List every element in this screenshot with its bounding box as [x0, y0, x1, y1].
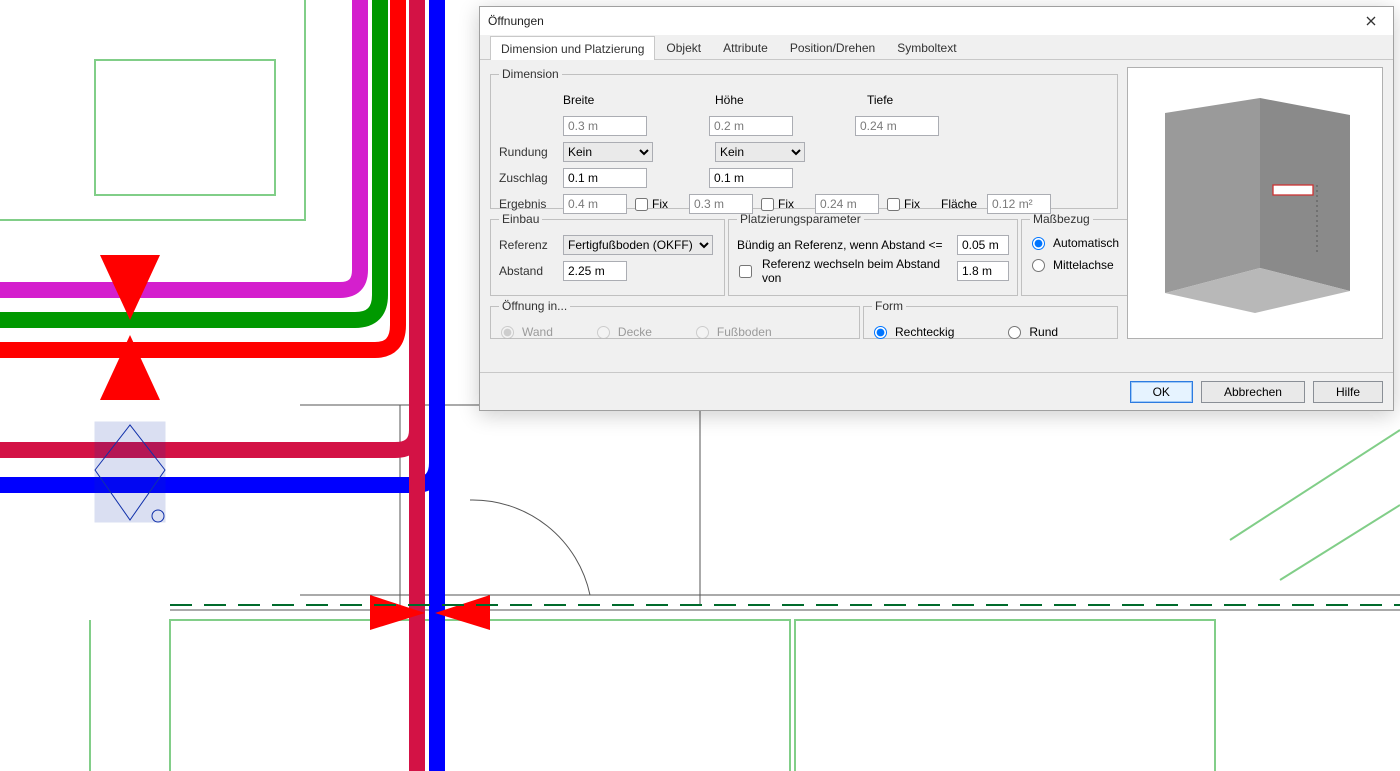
- header-tiefe: Tiefe: [867, 93, 957, 107]
- output-ergebnis-hoehe: [689, 194, 753, 214]
- openings-dialog: Öffnungen Dimension und Platzierung Obje…: [479, 6, 1394, 411]
- radio-massbezug-mittel[interactable]: [1032, 259, 1045, 272]
- preview-3d: [1127, 67, 1383, 339]
- radio-oeffnung-wand: [501, 326, 514, 339]
- checkbox-fix-hoehe[interactable]: [761, 198, 774, 211]
- radio-oeffnung-fussboden: [696, 326, 709, 339]
- tab-objekt[interactable]: Objekt: [655, 35, 712, 59]
- checkbox-fix-breite[interactable]: [635, 198, 648, 211]
- checkbox-fix-tiefe[interactable]: [887, 198, 900, 211]
- label-referenz: Referenz: [499, 238, 557, 252]
- label-rundung: Rundung: [499, 145, 557, 159]
- dialog-button-bar: OK Abbrechen Hilfe: [480, 372, 1393, 410]
- label-bundig: Bündig an Referenz, wenn Abstand <=: [737, 238, 951, 252]
- close-button[interactable]: [1357, 11, 1385, 31]
- output-flaeche: [987, 194, 1051, 214]
- input-wechsel-abstand[interactable]: [957, 261, 1009, 281]
- dialog-title: Öffnungen: [488, 7, 1357, 35]
- header-breite: Breite: [563, 93, 653, 107]
- radio-oeffnung-decke: [597, 326, 610, 339]
- group-dimension-legend: Dimension: [499, 67, 562, 81]
- tab-dimension-platzierung[interactable]: Dimension und Platzierung: [490, 36, 655, 60]
- output-ergebnis-tiefe: [815, 194, 879, 214]
- group-platzierung: Platzierungsparameter Bündig an Referenz…: [728, 212, 1018, 296]
- input-abstand[interactable]: [563, 261, 627, 281]
- radio-form-rund[interactable]: [1008, 326, 1021, 339]
- select-referenz[interactable]: Fertigfußboden (OKFF): [563, 235, 713, 255]
- tabstrip: Dimension und Platzierung Objekt Attribu…: [480, 35, 1393, 60]
- tab-position-drehen[interactable]: Position/Drehen: [779, 35, 886, 59]
- tab-attribute[interactable]: Attribute: [712, 35, 779, 59]
- radio-massbezug-auto[interactable]: [1032, 237, 1045, 250]
- select-rundung-breite[interactable]: Kein: [563, 142, 653, 162]
- label-ergebnis: Ergebnis: [499, 197, 557, 211]
- group-einbau: Einbau Referenz Fertigfußboden (OKFF) Ab…: [490, 212, 725, 296]
- close-icon: [1366, 16, 1376, 26]
- group-oeffnung-in: Öffnung in... Wand Decke Fußboden: [490, 299, 860, 339]
- input-breite[interactable]: [563, 116, 647, 136]
- input-hoehe[interactable]: [709, 116, 793, 136]
- group-form: Form Rechteckig Rund: [863, 299, 1118, 339]
- tab-symboltext[interactable]: Symboltext: [886, 35, 967, 59]
- input-tiefe[interactable]: [855, 116, 939, 136]
- input-bundig-abstand[interactable]: [957, 235, 1009, 255]
- group-einbau-legend: Einbau: [499, 212, 542, 226]
- header-hoehe: Höhe: [715, 93, 805, 107]
- checkbox-referenz-wechseln[interactable]: [739, 265, 752, 278]
- select-rundung-hoehe[interactable]: Kein: [715, 142, 805, 162]
- cancel-button[interactable]: Abbrechen: [1201, 381, 1305, 403]
- input-zuschlag-hoehe[interactable]: [709, 168, 793, 188]
- input-zuschlag-breite[interactable]: [563, 168, 647, 188]
- group-oeffnung-in-legend: Öffnung in...: [499, 299, 570, 313]
- group-dimension: Dimension Breite Höhe Tiefe: [490, 67, 1118, 209]
- help-button[interactable]: Hilfe: [1313, 381, 1383, 403]
- ok-button[interactable]: OK: [1130, 381, 1193, 403]
- group-massbezug-legend: Maßbezug: [1030, 212, 1093, 226]
- label-flaeche: Fläche: [941, 197, 981, 211]
- preview-3d-icon: [1145, 93, 1365, 313]
- label-referenz-wechseln: Referenz wechseln beim Abstand von: [762, 257, 951, 285]
- label-abstand: Abstand: [499, 264, 557, 278]
- radio-form-rechteckig[interactable]: [874, 326, 887, 339]
- label-zuschlag: Zuschlag: [499, 171, 557, 185]
- group-platzierung-legend: Platzierungsparameter: [737, 212, 864, 226]
- group-massbezug: Maßbezug Automatisch Mittelachse: [1021, 212, 1128, 296]
- output-ergebnis-breite: [563, 194, 627, 214]
- group-form-legend: Form: [872, 299, 906, 313]
